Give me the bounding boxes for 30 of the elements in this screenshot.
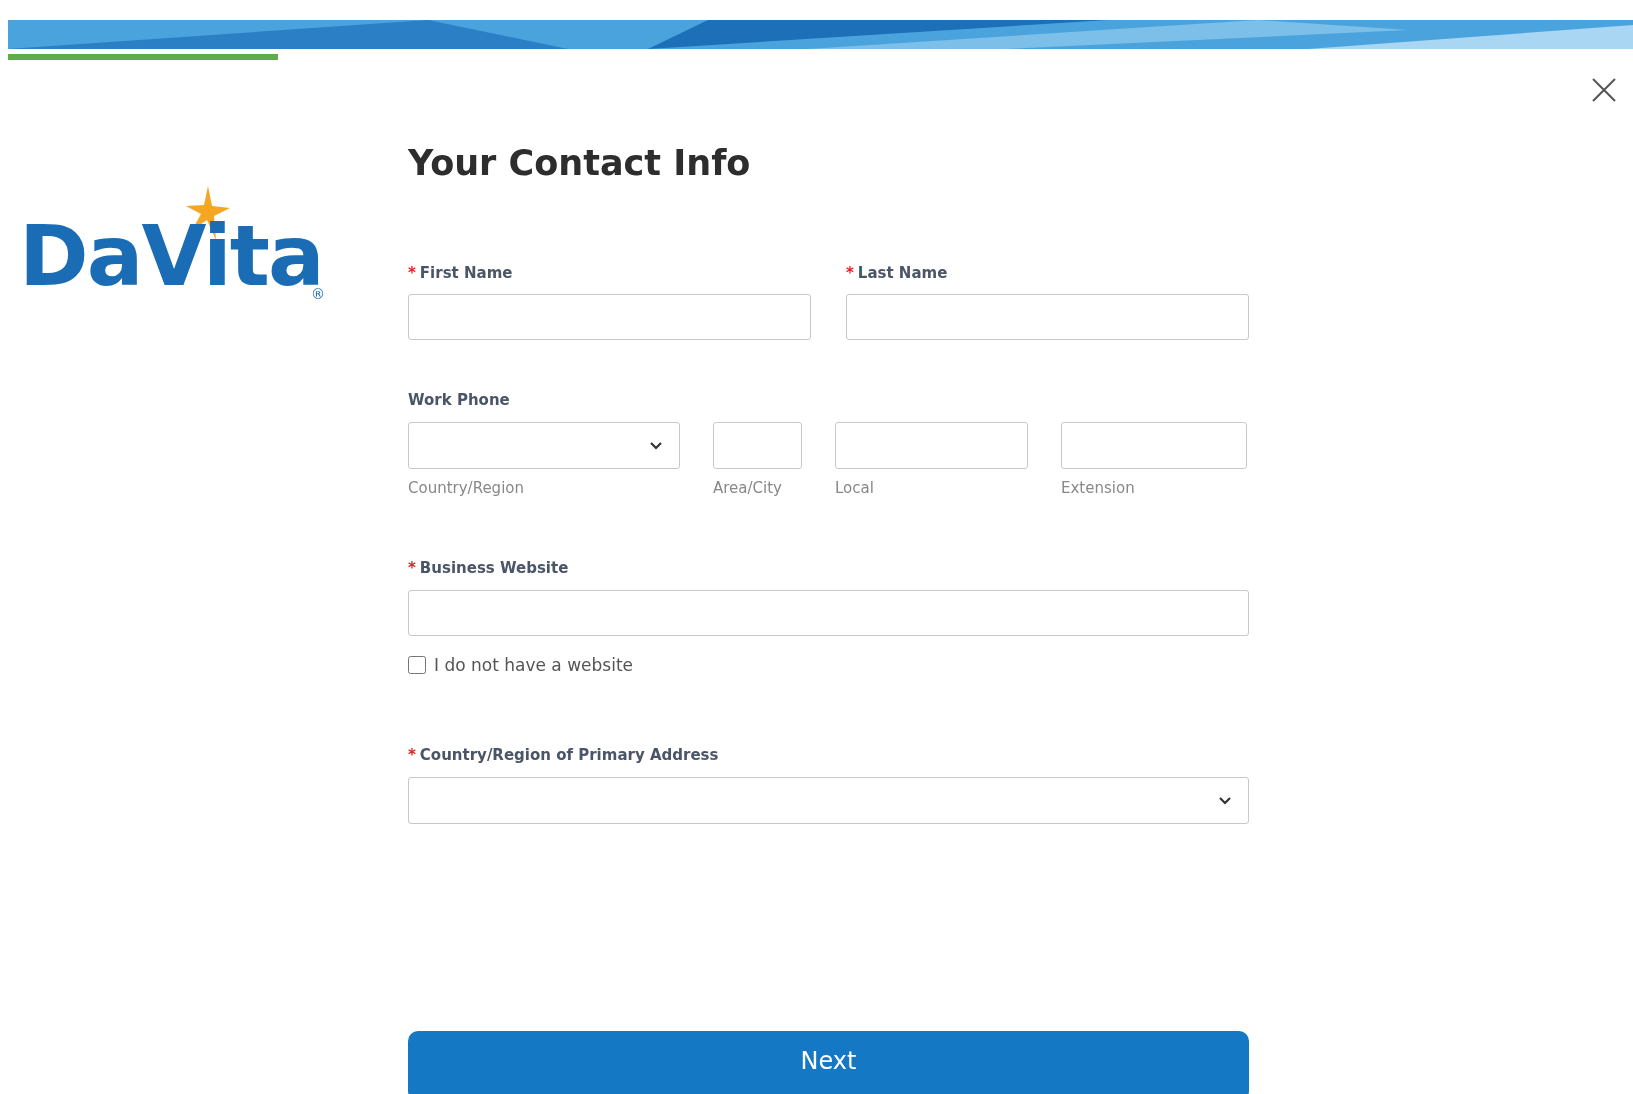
field-caption: Area/City bbox=[713, 477, 783, 499]
chevron-down-icon bbox=[1218, 795, 1232, 805]
field-label: First Name bbox=[419, 262, 513, 284]
field-label: Work Phone bbox=[408, 390, 510, 411]
field-label: Country/Region of Primary Address bbox=[419, 745, 719, 766]
close-button[interactable] bbox=[1590, 76, 1618, 104]
text-field[interactable] bbox=[713, 421, 802, 469]
required-asterisk: * bbox=[408, 558, 416, 579]
text-field[interactable] bbox=[408, 589, 1249, 636]
select-field[interactable] bbox=[408, 776, 1249, 824]
checkbox[interactable] bbox=[408, 656, 426, 675]
field-caption: Country/Region bbox=[408, 477, 525, 499]
page-title: Your Contact Info bbox=[408, 142, 752, 185]
required-asterisk: * bbox=[408, 262, 416, 284]
select-field[interactable] bbox=[408, 421, 680, 469]
text-field[interactable] bbox=[846, 294, 1249, 340]
text-field[interactable] bbox=[408, 294, 811, 340]
field-label: Last Name bbox=[857, 262, 948, 284]
checkbox-label: I do not have a website bbox=[434, 653, 634, 677]
chevron-down-icon bbox=[649, 440, 663, 450]
required-asterisk: * bbox=[408, 745, 416, 766]
field-label: Business Website bbox=[419, 558, 569, 579]
field-caption: Local bbox=[835, 477, 875, 499]
next-button[interactable]: Next bbox=[408, 1030, 1249, 1094]
logo: DaVita® bbox=[19, 186, 329, 306]
required-asterisk: * bbox=[846, 262, 854, 284]
field-caption: Extension bbox=[1061, 477, 1136, 499]
text-field[interactable] bbox=[835, 421, 1028, 469]
close-icon bbox=[1591, 77, 1617, 103]
text-field[interactable] bbox=[1061, 421, 1247, 469]
